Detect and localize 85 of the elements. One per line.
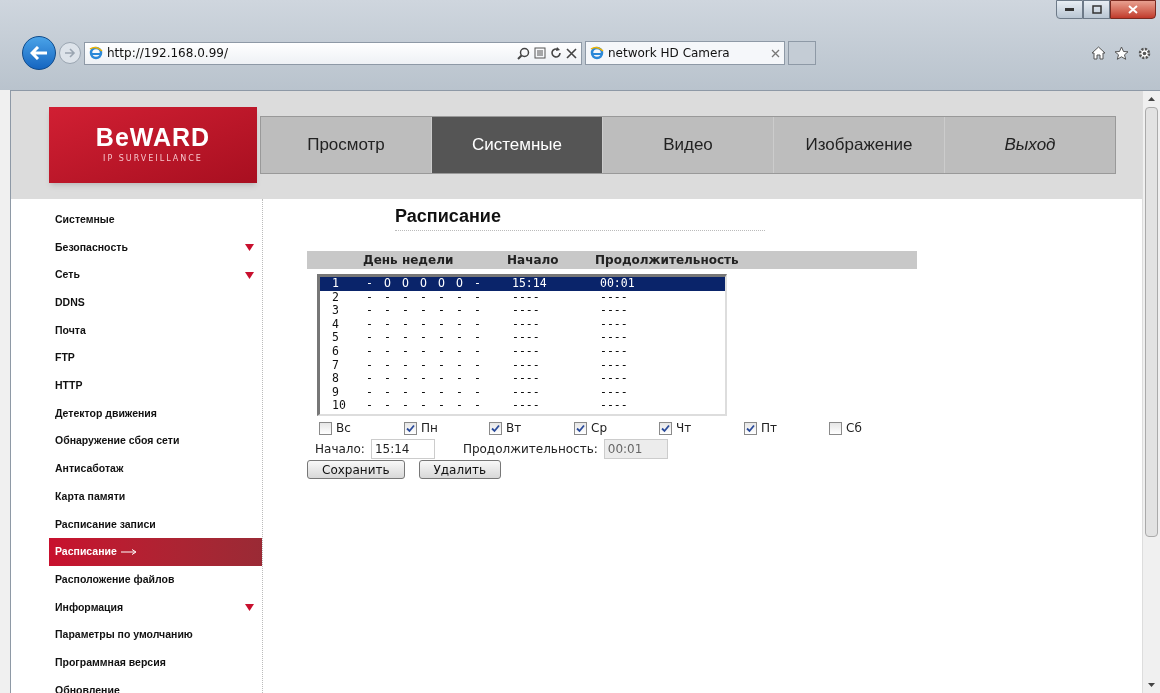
tab-title: network HD Camera (608, 45, 731, 62)
browser-tab[interactable]: network HD Camera (585, 41, 785, 65)
weekday-label: Пн (421, 420, 438, 437)
home-icon[interactable] (1091, 46, 1106, 60)
minimize-icon (1065, 8, 1074, 11)
settings-icon[interactable] (1137, 45, 1152, 61)
back-button[interactable] (22, 36, 56, 70)
arrow-icon (120, 549, 137, 556)
schedule-row[interactable]: 5 - - - - - - - ---- ---- (320, 331, 725, 345)
sidebar-item[interactable]: Расположение файлов (49, 565, 262, 594)
scrollbar[interactable] (1142, 91, 1160, 693)
weekday-label: Сб (846, 420, 862, 437)
duration-label: Продолжительность: (462, 441, 598, 458)
schedule-row[interactable]: 9 - - - - - - - ---- ---- (320, 385, 725, 400)
sidebar-item[interactable]: Безопасность (49, 233, 262, 262)
browser-logo-icon (590, 46, 604, 60)
page-title: Расписание (395, 203, 765, 231)
sidebar-item[interactable]: FTP (49, 344, 262, 373)
schedule-row[interactable]: 10 - - - - - - - ---- ---- (320, 399, 725, 413)
weekday-checkbox[interactable] (744, 421, 757, 435)
schedule-row[interactable]: 7 - - - - - - - ---- ---- (320, 358, 725, 373)
sidebar-item[interactable]: Почта (49, 316, 262, 345)
address-bar[interactable]: http://192.168.0.99/ (84, 41, 582, 65)
schedule-row[interactable]: 3 - - - - - - - ---- ---- (320, 304, 725, 318)
browser-logo-icon (89, 46, 103, 60)
sidebar-item[interactable]: Параметры по умолчанию (49, 621, 262, 649)
weekday-checkbox[interactable] (574, 421, 587, 435)
logo-brand: BeWARD (95, 125, 211, 150)
weekday-checkbox[interactable] (829, 421, 842, 435)
forward-arrow-icon (64, 48, 76, 58)
sidebar-item[interactable]: Расписание (49, 538, 262, 566)
weekday-label: Ср (591, 420, 607, 437)
schedule-list[interactable] (317, 274, 727, 416)
sidebar-item[interactable]: HTTP (49, 372, 262, 400)
schedule-row[interactable]: 1 - O O O O O - 15:14 00:01 (320, 277, 725, 291)
stop-icon[interactable] (566, 47, 577, 59)
form-button[interactable]: Сохранить (307, 460, 405, 479)
weekday-label: Вт (506, 420, 522, 437)
back-arrow-icon (30, 46, 48, 60)
star-icon[interactable] (1114, 46, 1129, 60)
sidebar-item[interactable]: Обновление (49, 676, 262, 693)
sidebar-item[interactable]: Сеть (49, 261, 262, 290)
weekday-label: Чт (676, 420, 692, 437)
sidebar-item[interactable]: Антисаботаж (49, 455, 262, 483)
down-arrow-icon[interactable] (1148, 683, 1155, 687)
start-label: Начало: (315, 441, 365, 458)
url-text: http://192.168.0.99/ (107, 45, 229, 62)
minimize-button[interactable] (1056, 0, 1083, 19)
sidebar-item[interactable]: Карта памяти (49, 482, 262, 511)
sidebar-item[interactable]: Обнаружение сбоя сети (49, 427, 262, 456)
nav-tab[interactable]: Выход (945, 117, 1115, 173)
column-header: День недели (363, 252, 455, 269)
sidebar-item[interactable]: Детектор движения (49, 399, 262, 428)
sidebar-item[interactable]: Расписание записи (49, 510, 262, 539)
schedule-row[interactable]: 4 - - - - - - - ---- ---- (320, 317, 725, 332)
weekday-checkbox[interactable] (659, 421, 672, 435)
column-header: Продолжительность (595, 252, 739, 269)
schedule-row[interactable]: 2 - - - - - - - ---- ---- (320, 290, 725, 305)
sidebar-item[interactable]: DDNS (49, 289, 262, 317)
sidebar-item[interactable]: Программная версия (49, 649, 262, 677)
search-icon[interactable] (517, 46, 530, 60)
scrollbar-thumb[interactable] (1145, 107, 1158, 537)
maximize-icon (1091, 5, 1102, 14)
nav-tab[interactable]: Видео (603, 117, 774, 173)
nav-tab[interactable]: Системные (432, 117, 603, 173)
up-arrow-icon[interactable] (1148, 97, 1155, 101)
weekday-checkbox[interactable] (489, 421, 502, 435)
close-icon (1128, 5, 1138, 14)
schedule-row[interactable]: 6 - - - - - - - ---- ---- (320, 344, 725, 359)
maximize-button[interactable] (1083, 0, 1110, 19)
column-header: Начало (507, 252, 560, 269)
weekday-label: Вс (336, 420, 351, 437)
schedule-row[interactable]: 8 - - - - - - - ---- ---- (320, 372, 725, 386)
sidebar-item[interactable]: Системные (49, 206, 262, 234)
close-icon[interactable] (771, 48, 780, 58)
start-input[interactable]: 15:14 (370, 439, 435, 459)
form-button[interactable]: Удалить (418, 460, 501, 479)
weekday-checkbox[interactable] (319, 421, 332, 435)
sidebar-item[interactable]: Информация (49, 593, 262, 622)
weekday-checkbox[interactable] (404, 421, 417, 435)
refresh-icon[interactable] (550, 47, 562, 59)
logo-tagline: IP SURVEILLANCE (103, 153, 203, 165)
weekday-label: Пт (761, 420, 777, 437)
nav-tab[interactable]: Изображение (774, 117, 945, 173)
close-button[interactable] (1110, 0, 1156, 19)
